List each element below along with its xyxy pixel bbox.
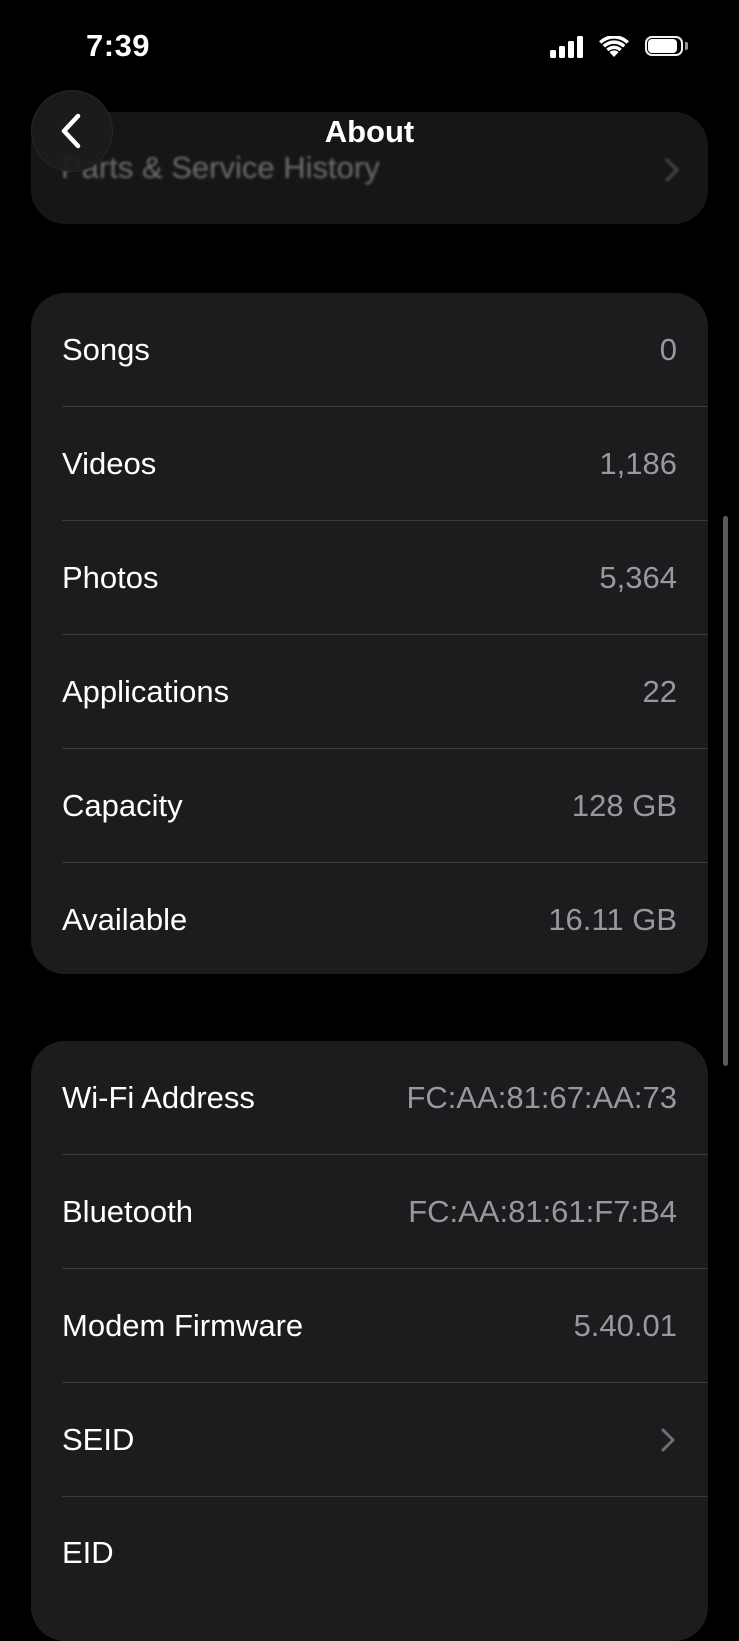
row-value: 0 — [659, 331, 677, 367]
wifi-icon — [599, 36, 629, 57]
stats-row-available: Available 16.11 GB — [62, 863, 708, 974]
row-label: Capacity — [62, 787, 183, 823]
network-row-eid: EID — [62, 1497, 708, 1571]
cellular-signal-icon — [550, 36, 583, 58]
row-value: 128 GB — [571, 787, 677, 823]
row-label: Modem Firmware — [62, 1307, 304, 1343]
status-time: 7:39 — [86, 28, 151, 63]
chevron-right-icon — [659, 1426, 677, 1454]
stats-row-applications: Applications 22 — [62, 635, 708, 749]
row-label: Wi-Fi Address — [62, 1079, 255, 1115]
page-title: About — [324, 114, 415, 149]
scroll-indicator[interactable] — [723, 516, 728, 1066]
stats-card: Songs 0 Videos 1,186 Photos 5,364 Applic… — [31, 293, 708, 974]
row-value: 16.11 GB — [548, 902, 677, 937]
row-value: FC:AA:81:67:AA:73 — [406, 1079, 677, 1115]
row-value: FC:AA:81:61:F7:B4 — [408, 1193, 677, 1229]
stats-row-capacity: Capacity 128 GB — [62, 749, 708, 863]
row-label: SEID — [62, 1421, 135, 1457]
row-label: Applications — [62, 673, 230, 709]
network-row-seid[interactable]: SEID — [62, 1383, 708, 1497]
row-label: Available — [62, 902, 188, 937]
network-row-bluetooth: Bluetooth FC:AA:81:61:F7:B4 — [62, 1155, 708, 1269]
row-value: 22 — [642, 673, 677, 709]
row-value: 1,186 — [599, 445, 677, 481]
stats-row-videos: Videos 1,186 — [62, 407, 708, 521]
network-row-wifi-address: Wi-Fi Address FC:AA:81:67:AA:73 — [62, 1041, 708, 1155]
row-label: Photos — [62, 559, 159, 595]
row-value: 5.40.01 — [573, 1307, 677, 1343]
row-value: 5,364 — [599, 559, 677, 595]
stats-row-photos: Photos 5,364 — [62, 521, 708, 635]
status-icons — [550, 36, 689, 58]
network-card: Wi-Fi Address FC:AA:81:67:AA:73 Bluetoot… — [31, 1041, 708, 1641]
row-label: EID — [62, 1535, 114, 1570]
chevron-right-icon — [665, 158, 679, 182]
parts-service-history-label: Parts & Service History — [61, 150, 380, 185]
stats-row-songs: Songs 0 — [62, 293, 708, 407]
status-bar: 7:39 — [0, 0, 739, 96]
battery-icon — [645, 36, 689, 58]
row-label: Songs — [62, 331, 150, 367]
row-label: Videos — [62, 445, 157, 481]
row-label: Bluetooth — [62, 1193, 193, 1229]
network-row-modem-firmware: Modem Firmware 5.40.01 — [62, 1269, 708, 1383]
